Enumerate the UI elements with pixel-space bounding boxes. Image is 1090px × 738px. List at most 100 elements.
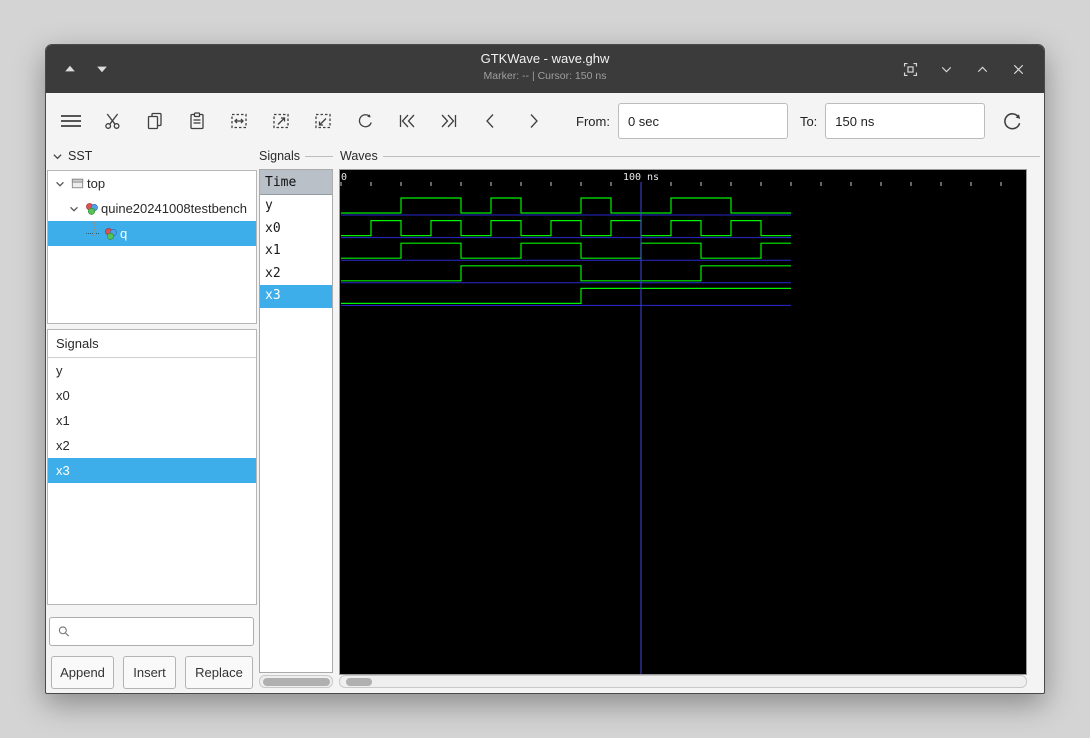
chevron-down-icon[interactable] [66,203,82,215]
fullscreen-button[interactable] [896,55,924,83]
tree-item-quine20241008testbench[interactable]: quine20241008testbench [48,196,256,221]
from-input[interactable] [617,103,788,139]
signals-list-panel: Signals y x0 x1 x2 x3 [47,329,257,605]
copy-button[interactable] [142,106,168,136]
replace-button[interactable]: Replace [185,656,253,689]
tree-item-label: quine20241008testbench [101,201,248,216]
close-icon [1013,64,1023,74]
window-title: GTKWave - wave.ghw [480,51,610,66]
signals-list-item-x1[interactable]: x1 [48,408,256,433]
titlebar[interactable]: GTKWave - wave.ghw Marker: -- | Cursor: … [46,45,1044,93]
chevron-up-icon [977,66,987,72]
zoom-in-icon [273,113,289,129]
wave-trace-x1 [341,242,791,259]
next-edge-button[interactable] [520,106,546,136]
chevron-down-icon [941,66,951,72]
signals-list-item-y[interactable]: y [48,358,256,383]
tree-item-top[interactable]: top [48,171,256,196]
wave-horizontal-scrollbar[interactable] [339,675,1027,688]
gtkwave-window: GTKWave - wave.ghw Marker: -- | Cursor: … [45,44,1045,694]
close-button[interactable] [1004,55,1032,83]
wave-name-rows: y x0 x1 x2 x3 [260,195,332,308]
sst-tree: top quine20241008testbench q [47,170,257,324]
wave-name-row-x2[interactable]: x2 [260,263,332,286]
tree-item-q[interactable]: q [48,221,256,246]
cut-icon [105,113,120,129]
insert-button[interactable]: Insert [123,656,176,689]
tree-connector [94,222,95,236]
signals-list-item-x2[interactable]: x2 [48,433,256,458]
append-button[interactable]: Append [51,656,114,689]
shade-down-button[interactable] [88,55,116,83]
to-input[interactable] [825,103,986,139]
undo-icon [358,114,372,128]
time-header[interactable]: Time [260,170,332,195]
goto-end-button[interactable] [436,106,462,136]
tree-connector [86,233,99,234]
names-horizontal-scrollbar[interactable] [259,675,333,688]
marker-cursor-status: Marker: -- | Cursor: 150 ns [483,70,607,82]
scrollbar-thumb[interactable] [263,677,330,686]
maximize-button[interactable] [968,55,996,83]
copy-icon [147,112,162,130]
signals-list: y x0 x1 x2 x3 [48,358,256,483]
reload-button[interactable] [999,106,1025,136]
signal-search-box[interactable] [49,617,254,646]
search-input[interactable] [77,618,253,645]
waves-header-label: Waves [340,149,378,163]
chip-icon [68,176,87,191]
menu-button[interactable] [58,106,84,136]
from-label: From: [576,113,610,129]
prev-edge-icon [486,114,494,128]
wave-name-row-x0[interactable]: x0 [260,218,332,241]
wave-trace-y [341,197,791,214]
wave-canvas[interactable]: 0 100 ns [339,169,1027,675]
shade-up-button[interactable] [56,55,84,83]
search-icon [58,626,70,637]
reload-icon [1004,113,1021,130]
zoom-fit-button[interactable] [226,106,252,136]
scrollbar-thumb[interactable] [346,677,372,686]
wave-name-row-x1[interactable]: x1 [260,240,332,263]
tree-item-label: top [87,176,106,191]
to-label: To: [799,113,818,129]
timeline-label: 0 [341,172,347,183]
wave-names-header: Signals [259,148,333,164]
wave-trace-x3 [341,287,791,304]
goto-end-icon [441,114,457,128]
wave-trace-x2 [341,265,791,282]
signals-list-item-x0[interactable]: x0 [48,383,256,408]
chevron-down-icon [53,153,62,159]
zoom-in-button[interactable] [268,106,294,136]
goto-start-icon [399,114,415,128]
sst-header-label: SST [68,149,93,163]
wave-names-header-label: Signals [259,149,300,163]
minimize-button[interactable] [932,55,960,83]
module-icon [101,226,120,241]
menu-icon [61,115,81,127]
zoom-fit-icon [231,113,247,129]
cut-button[interactable] [100,106,126,136]
waveform-svg: 0 100 ns [340,172,1002,674]
zoom-out-button[interactable] [310,106,336,136]
sst-header[interactable]: SST [52,148,122,164]
wave-names-panel: Time y x0 x1 x2 x3 [259,169,333,673]
paste-button[interactable] [184,106,210,136]
signals-list-header: Signals [48,330,256,358]
triangle-up-icon [65,65,75,72]
triangle-down-icon [97,66,107,73]
signals-list-item-x3[interactable]: x3 [48,458,256,483]
chevron-down-icon[interactable] [52,178,68,190]
undo-button[interactable] [352,106,378,136]
timeline-label: 100 ns [623,172,659,183]
prev-edge-button[interactable] [478,106,504,136]
wave-name-row-y[interactable]: y [260,195,332,218]
tree-item-label: q [120,226,128,241]
waves-header: Waves [340,148,1040,164]
wave-name-row-x3[interactable]: x3 [260,285,332,308]
toolbar: From: To: [46,93,1044,149]
goto-start-button[interactable] [394,106,420,136]
module-icon [82,201,101,216]
fullscreen-icon [903,62,917,76]
zoom-out-icon [315,113,331,129]
